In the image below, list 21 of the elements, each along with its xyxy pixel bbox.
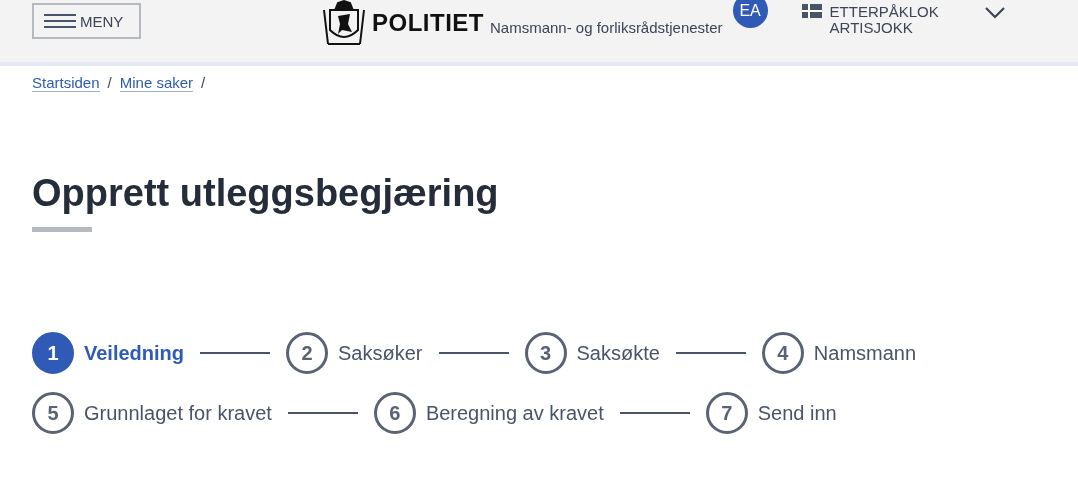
breadcrumb-separator: / <box>107 74 112 91</box>
step-item[interactable]: 5 Grunnlaget for kravet <box>32 392 272 434</box>
menu-icon <box>44 14 76 28</box>
step-item[interactable]: 6 Beregning av kravet <box>373 392 604 434</box>
chevron-down-icon[interactable] <box>983 6 1006 20</box>
logo-text: POLITIET <box>372 9 484 37</box>
breadcrumb-separator: / <box>201 74 206 91</box>
user-name: ETTERPÅKLOK ARTISJOKK <box>829 4 940 36</box>
flag-icon <box>801 4 822 18</box>
user-avatar: EA <box>732 0 768 28</box>
service-name: Namsmann- og forliksrådstjenester <box>490 18 723 36</box>
breadcrumb-link[interactable]: Mine saker <box>119 74 194 92</box>
step-item[interactable]: 4 Namsmann <box>761 332 917 374</box>
page-title: Opprett utleggsbegjæring <box>32 172 500 215</box>
step-item[interactable]: 1 Veiledning <box>32 332 185 374</box>
step-item[interactable]: 7 Send inn <box>705 392 837 434</box>
breadcrumb-link[interactable]: Startsiden <box>32 74 100 92</box>
step-item[interactable]: 2 Saksøker <box>286 332 423 374</box>
menu-button[interactable]: MENY <box>32 3 141 39</box>
coat-of-arms-icon <box>322 0 366 46</box>
step-item[interactable]: 3 Saksøkte <box>524 332 660 374</box>
